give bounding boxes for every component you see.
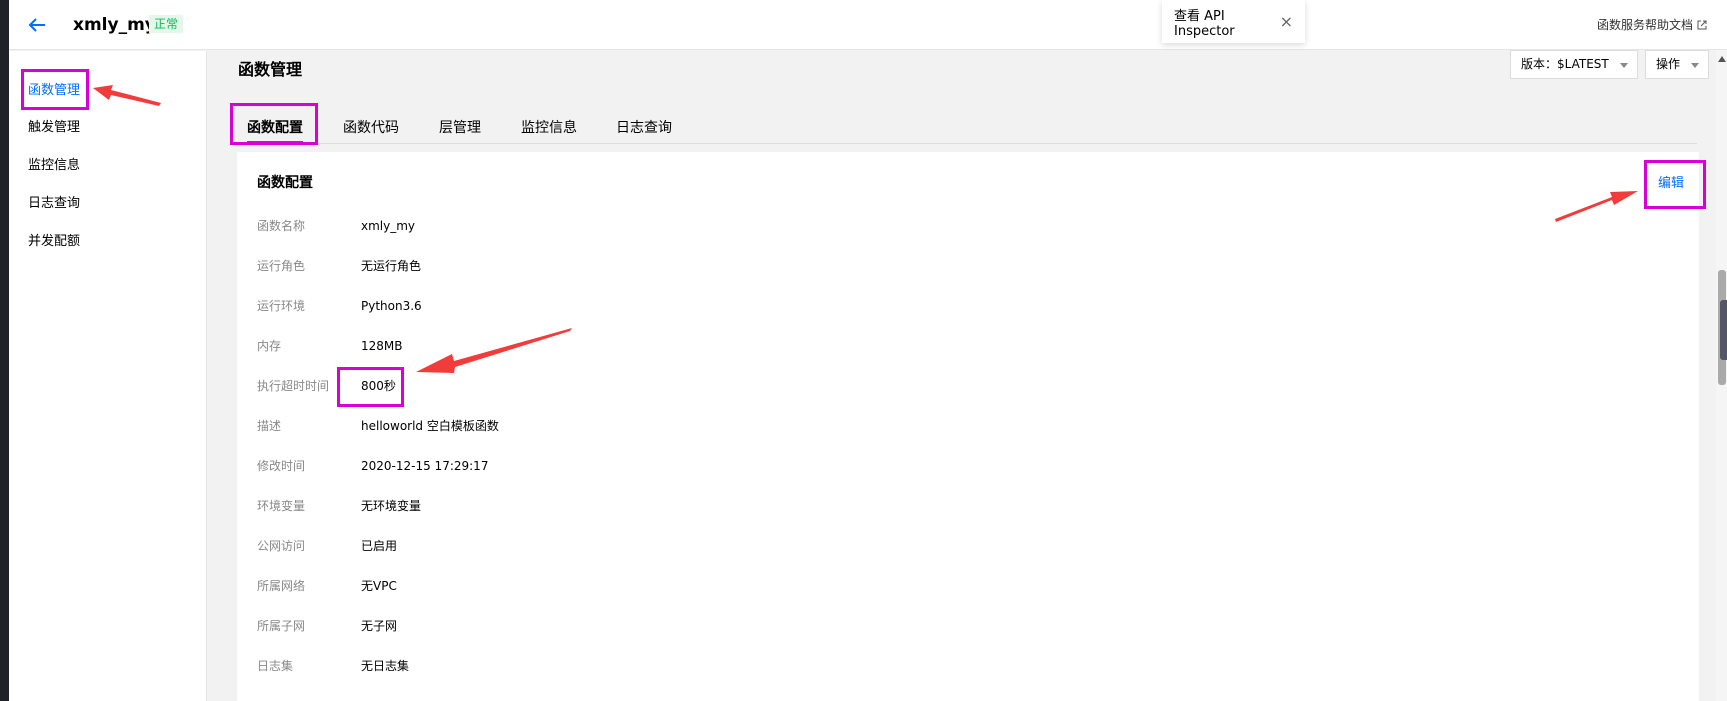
tab-layer-management[interactable]: 层管理 [439, 117, 481, 143]
sidebar-item-function-management[interactable]: 函数管理 [28, 81, 80, 101]
config-row: 函数名称 xmly_my [257, 216, 415, 236]
close-icon[interactable]: × [1280, 12, 1293, 31]
operations-label[interactable]: 操作 [1656, 57, 1680, 71]
config-key: 执行超时时间 [257, 379, 330, 393]
config-key: 修改时间 [257, 459, 306, 473]
card-title: 函数配置 [257, 175, 313, 191]
chevron-down-icon [1619, 63, 1628, 68]
status-badge: 正常 [149, 15, 184, 33]
edit-button[interactable]: 编辑 [1658, 172, 1684, 191]
sidebar-item-log-query[interactable]: 日志查询 [28, 194, 80, 214]
api-inspector-popup[interactable]: 查看 API Inspector × [1162, 0, 1305, 43]
help-doc-label[interactable]: 函数服务帮助文档 [1597, 16, 1693, 33]
tab-bar: 函数配置 函数代码 层管理 监控信息 日志查询 [238, 111, 1697, 144]
config-key: 所属网络 [257, 579, 306, 593]
config-row: 环境变量 无环境变量 [257, 496, 421, 516]
config-row: 日志集 无日志集 [257, 656, 409, 676]
config-key: 运行角色 [257, 259, 306, 273]
sidebar-item-trigger-management[interactable]: 触发管理 [28, 118, 80, 138]
function-name-title: xmly_my [73, 15, 156, 35]
config-key: 描述 [257, 419, 282, 433]
config-value: 800秒 [361, 379, 396, 393]
config-key: 公网访问 [257, 539, 306, 553]
config-value: 无VPC [361, 579, 397, 593]
config-key: 所属子网 [257, 619, 306, 633]
config-row: 运行角色 无运行角色 [257, 256, 421, 276]
config-row: 修改时间 2020-12-15 17:29:17 [257, 456, 488, 476]
app-window: xmly_my 正常 查看 API Inspector × 函数服务帮助文档 函… [9, 0, 1727, 701]
tab-log-query[interactable]: 日志查询 [616, 117, 672, 143]
tab-function-code[interactable]: 函数代码 [343, 117, 399, 143]
page-title: 函数管理 [238, 60, 303, 79]
function-config-card: 函数配置 编辑 函数名称 xmly_my 运行角色 无运行角色 运行环境 Pyt… [237, 152, 1699, 701]
config-row: 内存 128MB [257, 336, 403, 356]
config-value: 无运行角色 [361, 259, 422, 273]
config-row: 执行超时时间 800秒 [257, 376, 396, 396]
config-value: 无日志集 [361, 659, 410, 673]
back-arrow-icon[interactable] [26, 14, 48, 36]
api-inspector-label[interactable]: 查看 API Inspector [1174, 5, 1280, 39]
config-value: 128MB [361, 339, 403, 353]
external-link-icon [1697, 20, 1707, 29]
config-row: 所属子网 无子网 [257, 616, 397, 636]
config-value: 2020-12-15 17:29:17 [361, 459, 489, 473]
config-key: 内存 [257, 339, 282, 353]
sidebar: 函数管理 触发管理 监控信息 日志查询 并发配额 [9, 51, 207, 701]
config-value: helloworld 空白模板函数 [361, 419, 499, 433]
version-label[interactable]: 版本：$LATEST [1521, 57, 1609, 71]
config-value: 无子网 [361, 619, 398, 633]
config-row: 公网访问 已启用 [257, 536, 397, 556]
config-key: 环境变量 [257, 499, 306, 513]
config-row: 所属网络 无VPC [257, 576, 397, 596]
sidebar-item-concurrency-quota[interactable]: 并发配额 [28, 232, 80, 252]
tab-function-config[interactable]: 函数配置 [247, 117, 303, 143]
help-doc-link[interactable]: 函数服务帮助文档 [1597, 16, 1707, 33]
config-key: 函数名称 [257, 219, 306, 233]
config-value: 无环境变量 [361, 499, 422, 513]
scrollbar[interactable] [1716, 50, 1727, 701]
config-row: 描述 helloworld 空白模板函数 [257, 416, 499, 436]
operations-dropdown[interactable]: 操作 [1645, 50, 1710, 79]
config-key: 运行环境 [257, 299, 306, 313]
top-bar: xmly_my 正常 查看 API Inspector × 函数服务帮助文档 [9, 0, 1727, 50]
config-value: xmly_my [361, 219, 416, 233]
config-key: 日志集 [257, 659, 294, 673]
config-value: 已启用 [361, 539, 398, 553]
scroll-up-arrow-icon[interactable] [1718, 56, 1726, 62]
version-select[interactable]: 版本：$LATEST [1510, 50, 1638, 79]
chevron-down-icon [1691, 63, 1700, 68]
side-panel-handle[interactable] [1720, 300, 1727, 360]
config-value: Python3.6 [361, 299, 422, 313]
config-row: 运行环境 Python3.6 [257, 296, 422, 316]
main-content: 函数管理 版本：$LATEST 操作 函数配置 函数代码 层管理 监控信息 日志… [208, 50, 1727, 701]
tab-monitoring[interactable]: 监控信息 [521, 117, 577, 143]
sidebar-item-monitoring[interactable]: 监控信息 [28, 156, 80, 176]
